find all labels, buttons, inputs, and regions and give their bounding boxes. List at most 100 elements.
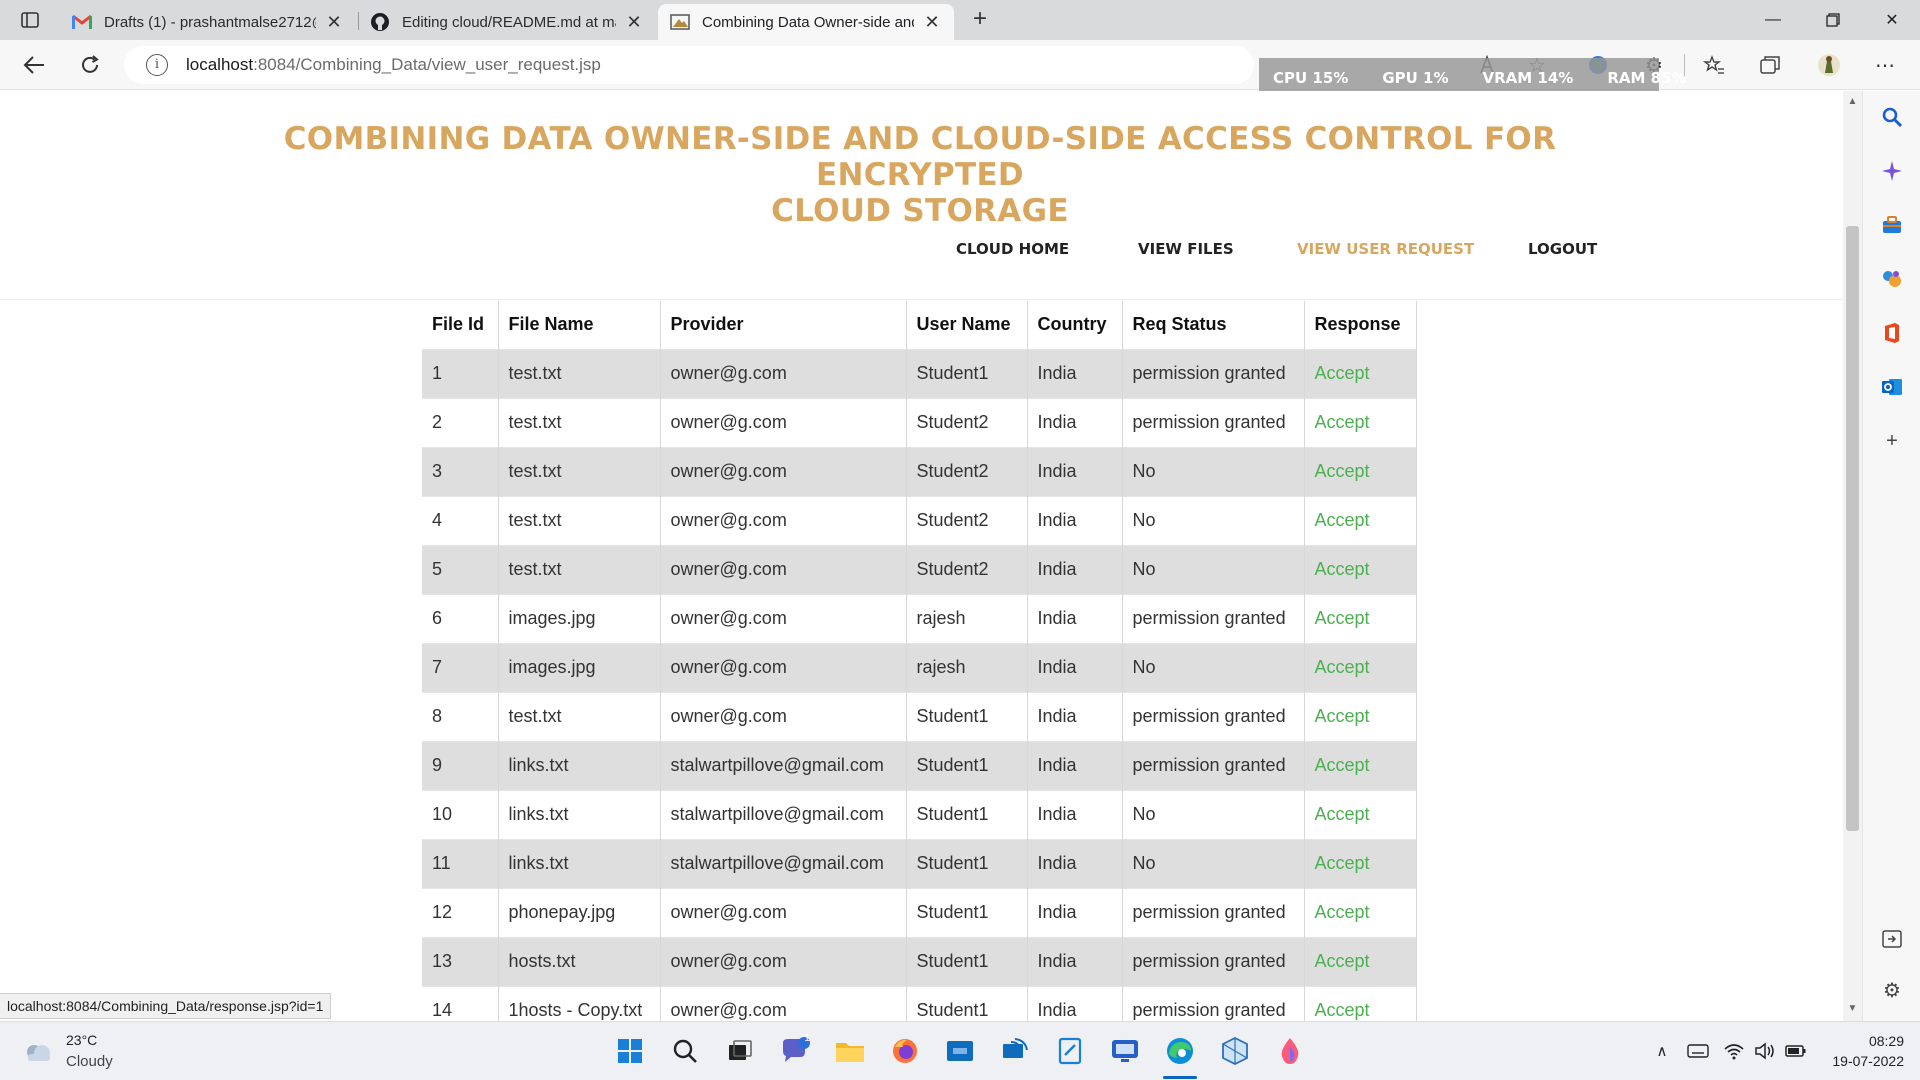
favorites-icon[interactable]: [1701, 52, 1727, 78]
scroll-down-icon[interactable]: ▼: [1847, 1003, 1858, 1014]
user-name-cell: Student2: [905, 446, 1027, 496]
discover-sparkle-icon[interactable]: [1880, 159, 1904, 183]
nav-cloud-home[interactable]: CLOUD HOME: [956, 240, 1069, 258]
edge-browser-icon[interactable]: [1164, 1035, 1196, 1067]
start-windows-icon[interactable]: [614, 1035, 646, 1067]
system-clock[interactable]: 08:29 19-07-2022: [1826, 1031, 1904, 1071]
remote-desktop-icon[interactable]: [999, 1035, 1031, 1067]
file-id-cell: 9: [422, 740, 498, 790]
close-tab-icon[interactable]: ✕: [624, 12, 644, 32]
editor-app-icon[interactable]: [1054, 1035, 1086, 1067]
file-id-cell: 10: [422, 789, 498, 839]
office-icon[interactable]: [1880, 321, 1904, 345]
req-status-cell: No: [1121, 642, 1304, 692]
ram-usage: RAM 85%: [1607, 69, 1687, 87]
user-name-cell: Student1: [905, 936, 1027, 986]
provider-cell: owner@g.com: [659, 936, 906, 986]
accept-link[interactable]: Accept: [1303, 397, 1417, 447]
file-name-cell: test.txt: [497, 495, 660, 545]
page-scrollbar[interactable]: ▲ ▼: [1843, 91, 1862, 1021]
accept-link[interactable]: Accept: [1303, 348, 1417, 398]
accept-link[interactable]: Accept: [1303, 838, 1417, 888]
nav-view-user-request[interactable]: VIEW USER REQUEST: [1297, 240, 1474, 258]
accept-link[interactable]: Accept: [1303, 446, 1417, 496]
scrollbar-thumb[interactable]: [1846, 226, 1859, 831]
tools-briefcase-icon[interactable]: [1880, 213, 1904, 237]
web-page: COMBINING DATA OWNER-SIDE AND CLOUD-SIDE…: [0, 91, 1843, 1021]
user-name-cell: Student1: [905, 887, 1027, 937]
refresh-icon[interactable]: [74, 49, 106, 81]
accept-link[interactable]: Accept: [1303, 495, 1417, 545]
firefox-icon[interactable]: [889, 1035, 921, 1067]
provider-cell: owner@g.com: [659, 348, 906, 398]
file-explorer-icon[interactable]: [834, 1035, 866, 1067]
url-path: :8084/Combining_Data/view_user_request.j…: [253, 55, 601, 74]
file-id-cell: 11: [422, 838, 498, 888]
task-view-icon[interactable]: [724, 1035, 756, 1067]
nav-logout[interactable]: LOGOUT: [1528, 240, 1597, 258]
table-row: 1 test.txt owner@g.com Student1 India pe…: [422, 348, 1417, 398]
tab-github[interactable]: Editing cloud/README.md at ma ✕: [358, 4, 656, 40]
back-icon[interactable]: [18, 49, 50, 81]
accept-link[interactable]: Accept: [1303, 985, 1417, 1021]
windows-taskbar: 23°C Cloudy 1 ∧ 08:29 19-07-2022: [0, 1021, 1920, 1080]
outlook-icon[interactable]: [1880, 375, 1904, 399]
file-name-cell: test.txt: [497, 446, 660, 496]
show-hidden-icons-icon[interactable]: ∧: [1650, 1040, 1674, 1062]
sidebar-settings-icon[interactable]: ⚙: [1880, 978, 1904, 1002]
profile-avatar-icon[interactable]: [1816, 52, 1842, 78]
tab-gmail[interactable]: Drafts (1) - prashantmalse2712@ ✕: [60, 4, 356, 40]
table-row: 14 1hosts - Copy.txt owner@g.com Student…: [422, 985, 1417, 1021]
tab-actions-icon[interactable]: [12, 8, 48, 32]
country-cell: India: [1026, 936, 1122, 986]
games-icon[interactable]: [1880, 267, 1904, 291]
accept-link[interactable]: Accept: [1303, 593, 1417, 643]
clock-time: 08:29: [1868, 1033, 1904, 1049]
accept-link[interactable]: Accept: [1303, 544, 1417, 594]
sidebar-dock-icon[interactable]: [1880, 927, 1904, 951]
battery-icon[interactable]: [1784, 1040, 1808, 1062]
virtualbox-icon[interactable]: [1219, 1035, 1251, 1067]
provider-cell: owner@g.com: [659, 446, 906, 496]
close-window-icon[interactable]: ✕: [1864, 0, 1920, 40]
accept-link[interactable]: Accept: [1303, 936, 1417, 986]
accept-link[interactable]: Accept: [1303, 887, 1417, 937]
accept-link[interactable]: Accept: [1303, 789, 1417, 839]
req-status-cell: No: [1121, 446, 1304, 496]
tab-title: Combining Data Owner-side and: [702, 13, 914, 31]
collections-icon[interactable]: [1757, 52, 1783, 78]
tab-combining-data[interactable]: Combining Data Owner-side and ✕: [658, 4, 954, 40]
file-id-cell: 7: [422, 642, 498, 692]
user-name-cell: Student2: [905, 397, 1027, 447]
accept-link[interactable]: Accept: [1303, 691, 1417, 741]
site-title: COMBINING DATA OWNER-SIDE AND CLOUD-SIDE…: [220, 121, 1620, 229]
app-tile-icon[interactable]: [944, 1035, 976, 1067]
restore-icon[interactable]: [1805, 0, 1861, 40]
user-request-table: File Id File Name Provider User Name Cou…: [422, 301, 1417, 1021]
more-menu-icon[interactable]: ⋯: [1872, 52, 1898, 78]
accept-link[interactable]: Accept: [1303, 740, 1417, 790]
weather-cloud-icon[interactable]: [22, 1036, 54, 1068]
search-icon[interactable]: [1880, 105, 1904, 129]
new-tab-button[interactable]: +: [966, 6, 994, 34]
close-tab-icon[interactable]: ✕: [922, 12, 942, 32]
keyboard-icon[interactable]: [1686, 1040, 1710, 1062]
close-tab-icon[interactable]: ✕: [324, 12, 344, 32]
nav-view-files[interactable]: VIEW FILES: [1138, 240, 1234, 258]
accept-link[interactable]: Accept: [1303, 642, 1417, 692]
scroll-up-icon[interactable]: ▲: [1847, 96, 1858, 107]
provider-cell: owner@g.com: [659, 691, 906, 741]
volume-icon[interactable]: [1753, 1040, 1777, 1062]
monitor-app-icon[interactable]: [1109, 1035, 1141, 1067]
weather-condition[interactable]: Cloudy: [66, 1053, 113, 1070]
weather-temperature[interactable]: 23°C: [66, 1032, 97, 1048]
wifi-icon[interactable]: [1722, 1040, 1746, 1062]
address-bar[interactable]: i localhost:8084/Combining_Data/view_use…: [124, 46, 1254, 84]
minimize-icon[interactable]: —: [1745, 0, 1801, 40]
column-header: Req Status: [1121, 301, 1304, 349]
req-status-cell: permission granted: [1121, 985, 1304, 1021]
site-info-icon[interactable]: i: [146, 54, 168, 76]
add-sidebar-app-icon[interactable]: +: [1880, 429, 1904, 453]
taskbar-search-icon[interactable]: [669, 1035, 701, 1067]
paint-app-icon[interactable]: [1274, 1035, 1306, 1067]
